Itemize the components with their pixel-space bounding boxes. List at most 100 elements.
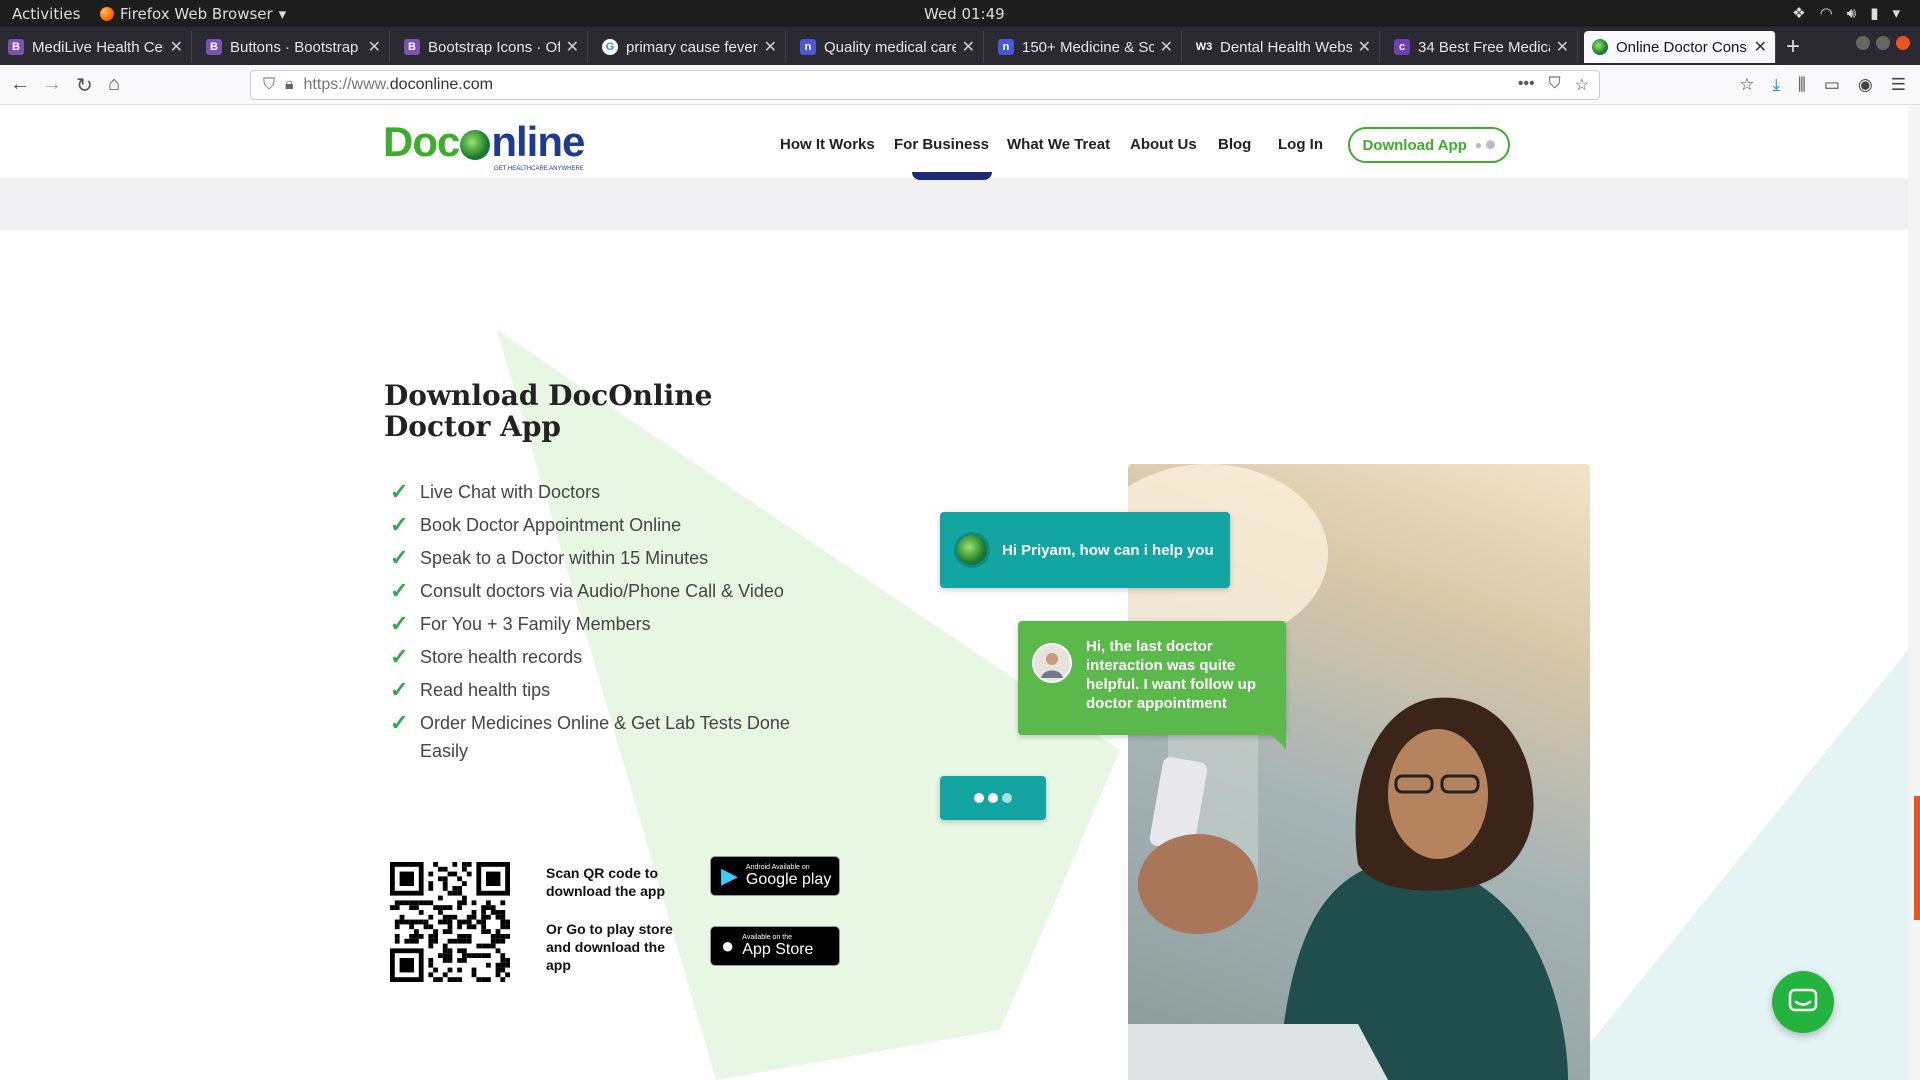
pocket-icon[interactable]: ⛉ (1549, 75, 1561, 95)
download-app-section: Download DocOnline Doctor App ✓ Live Chat… (0, 230, 1908, 1080)
close-tab-icon[interactable]: ✕ (170, 37, 183, 57)
wifi-icon[interactable]: ◠ (1820, 4, 1833, 22)
background-shapes (497, 330, 1908, 1080)
tab-title: Quality medical care (824, 38, 956, 56)
typing-indicator (940, 776, 1046, 820)
close-tab-icon[interactable]: ✕ (764, 37, 777, 57)
bookmark-star-icon[interactable]: ☆ (1575, 75, 1589, 95)
back-button[interactable]: ← (10, 73, 30, 96)
dropbox-icon[interactable]: ❖ (1792, 4, 1805, 22)
close-window-button[interactable] (1896, 36, 1910, 50)
account-icon[interactable]: ◉ (1858, 75, 1873, 95)
app-menu[interactable]: Firefox Web Browser ▾ (100, 5, 286, 23)
nav-blog[interactable]: Blog (1218, 136, 1251, 153)
doconline-logo[interactable]: Doc nline GET HEALTHCARE ANYWHERE (383, 118, 585, 172)
close-tab-icon[interactable]: ✕ (368, 37, 381, 57)
app-store-button[interactable]: ● Available on the App Store (710, 926, 840, 966)
app-store-big-text: App Store (742, 940, 814, 958)
n-icon: n (998, 39, 1014, 55)
typing-dot (974, 793, 984, 803)
feature-text: Order Medicines Online & Get Lab Tests D… (420, 713, 790, 761)
feature-text: Consult doctors via Audio/Phone Call & V… (420, 581, 784, 601)
section-tab-indicator (912, 172, 992, 180)
page-scrollbar[interactable] (1908, 106, 1920, 1080)
battery-icon[interactable]: ▮ (1870, 4, 1878, 22)
page-actions-icon[interactable]: ••• (1518, 75, 1535, 95)
user-avatar (1032, 643, 1072, 683)
qr-caption: Scan QR code to download the app (546, 865, 665, 899)
minimize-button[interactable] (1856, 36, 1870, 50)
tab-title: Online Doctor Consu (1616, 38, 1748, 56)
nav-what-we-treat[interactable]: What We Treat (1007, 136, 1110, 153)
download-app-label: Download App (1362, 136, 1467, 154)
tab-title: 34 Best Free Medical (1418, 38, 1550, 56)
close-tab-icon[interactable]: ✕ (1754, 37, 1767, 57)
new-tab-button[interactable]: + (1786, 33, 1800, 61)
qr-code[interactable] (390, 862, 510, 982)
nav-for-business[interactable]: For Business (894, 136, 989, 153)
volume-icon[interactable]: 🔊︎ (1847, 4, 1856, 22)
google-play-small-text: Android Available on (745, 863, 810, 871)
lock-icon[interactable]: 🔒︎ (285, 76, 294, 94)
browser-tab[interactable]: n Quality medical care ✕ (792, 31, 984, 63)
check-icon: ✓ (390, 710, 409, 735)
system-tray[interactable]: ❖ ◠ 🔊︎ ▮ ▾ (1792, 4, 1900, 22)
user-chat-bubble: Hi, the last doctor interaction was quit… (1018, 621, 1286, 749)
os-top-bar: Activities Firefox Web Browser ▾ Wed 01:… (0, 0, 1920, 27)
url-bar[interactable]: ⛉ 🔒︎ https://www. doconline.com ••• ⛉ ☆ (250, 70, 1600, 100)
browser-tab[interactable]: B Buttons · Bootstrap ✕ (198, 31, 390, 63)
activities-button[interactable]: Activities (12, 5, 80, 23)
feature-text: For You + 3 Family Members (420, 614, 651, 634)
feature-text: Read health tips (420, 680, 551, 700)
clock[interactable]: Wed 01:49 (924, 5, 1005, 23)
typing-dot (988, 793, 998, 803)
close-tab-icon[interactable]: ✕ (1556, 37, 1569, 57)
bookmarks-icon[interactable]: ☆ (1739, 75, 1754, 95)
shield-icon[interactable]: ⛉ (263, 76, 275, 94)
tab-title: Buttons · Bootstrap (230, 38, 359, 56)
reload-button[interactable]: ↻ (76, 73, 93, 98)
browser-tab[interactable]: B Bootstrap Icons · Off ✕ (396, 31, 588, 63)
browser-tab[interactable]: Gprimary cause fever ✕ (594, 31, 786, 63)
live-chat-button[interactable] (1772, 971, 1834, 1033)
n-icon: n (800, 39, 816, 55)
forward-button[interactable]: → (42, 73, 62, 96)
google-play-icon: ▶ (721, 863, 738, 888)
feature-text: Live Chat with Doctors (420, 482, 601, 502)
download-app-button[interactable]: Download App ● ✺ (1348, 127, 1510, 163)
nav-how-it-works[interactable]: How It Works (780, 136, 875, 153)
app-store-small-text: Available on the (742, 933, 792, 941)
close-tab-icon[interactable]: ✕ (962, 37, 975, 57)
google-play-button[interactable]: ▶ Android Available on Google play (710, 856, 840, 896)
sidebar-icon[interactable]: ▭ (1824, 75, 1840, 95)
logo-online: nline (491, 118, 585, 165)
section-heading: Download DocOnline Doctor App (384, 379, 713, 443)
tab-title: 150+ Medicine & Sci (1022, 38, 1154, 56)
library-icon[interactable]: ⫼ (1798, 75, 1806, 95)
bootstrap-icon: B (404, 39, 420, 55)
user-message: Hi, the last doctor interaction was quit… (1086, 638, 1256, 712)
w3-icon: W3 (1195, 39, 1213, 55)
close-tab-icon[interactable]: ✕ (1358, 37, 1371, 57)
nav-log-in[interactable]: Log In (1278, 136, 1323, 153)
browser-tab[interactable]: Online Doctor Consu ✕ (1584, 31, 1776, 63)
power-menu-icon[interactable]: ▾ (1892, 4, 1900, 22)
maximize-button[interactable] (1876, 36, 1890, 50)
browser-tab[interactable]: B MediLive Health Cen ✕ (0, 31, 192, 63)
check-icon: ✓ (390, 644, 409, 669)
scrollbar-thumb[interactable] (1914, 796, 1920, 920)
browser-tab[interactable]: n 150+ Medicine & Sci ✕ (990, 31, 1182, 63)
feature-item: ✓ Speak to a Doctor within 15 Minutes (390, 544, 810, 572)
bot-chat-bubble: Hi Priyam, how can i help you (940, 512, 1230, 588)
browser-tab[interactable]: c 34 Best Free Medical ✕ (1386, 31, 1578, 63)
google-icon: G (602, 39, 618, 55)
browser-tab[interactable]: W3 Dental Health Webs ✕ (1188, 31, 1380, 63)
doconline-avatar-icon (954, 532, 990, 568)
home-button[interactable]: ⌂ (108, 73, 120, 96)
nav-about-us[interactable]: About Us (1130, 136, 1197, 153)
close-tab-icon[interactable]: ✕ (566, 37, 579, 57)
download-icon[interactable]: ⤓ (1773, 75, 1781, 95)
close-tab-icon[interactable]: ✕ (1160, 37, 1173, 57)
hamburger-menu-icon[interactable]: ☰ (1891, 75, 1906, 95)
feature-item: ✓ For You + 3 Family Members (390, 610, 810, 638)
